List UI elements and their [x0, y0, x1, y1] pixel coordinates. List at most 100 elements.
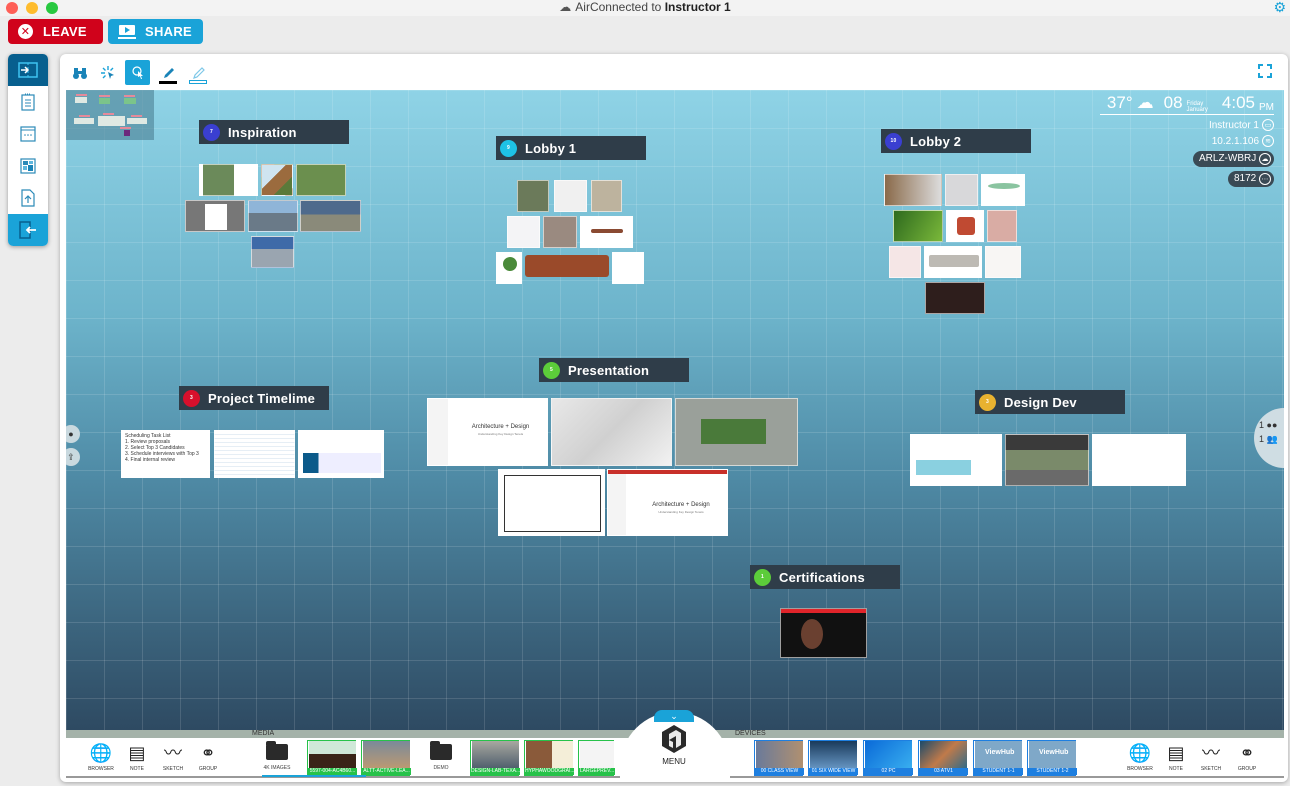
dock-group-button-right[interactable]: ⚭ GROUP: [1230, 740, 1264, 772]
content-thumbnail[interactable]: [507, 216, 540, 248]
media-folder[interactable]: 4K IMAGES: [252, 741, 302, 771]
content-thumbnail[interactable]: [946, 210, 984, 242]
sidebar-item-exit[interactable]: [8, 214, 48, 246]
group-label-certifications[interactable]: 1 Certifications: [750, 565, 900, 589]
device-tile[interactable]: 02 PC: [863, 740, 913, 776]
group-label-design-dev[interactable]: 3 Design Dev: [975, 390, 1125, 414]
content-thumbnail[interactable]: [675, 398, 798, 466]
collaboration-canvas[interactable]: 37° ☁ 08 Friday January 4:05 PM Instructor…: [66, 90, 1284, 730]
content-thumbnail[interactable]: [543, 216, 577, 248]
room-info-panel: 37° ☁ 08 Friday January 4:05 PM Instructor…: [1100, 93, 1274, 187]
content-thumbnail[interactable]: [985, 246, 1021, 278]
content-thumbnail[interactable]: [517, 180, 549, 212]
dock-browser-button[interactable]: 🌐 BROWSER: [84, 740, 118, 772]
content-thumbnail[interactable]: [1005, 434, 1089, 486]
group-label-lobby-1[interactable]: 9 Lobby 1: [496, 136, 646, 160]
cloud-icon: ☁: [559, 0, 572, 14]
sidebar-item-upload[interactable]: [8, 182, 48, 214]
dock-sketch-button-right[interactable]: 〰 SKETCH: [1194, 740, 1228, 772]
participants-panel[interactable]: 1 ●● 1 👥: [1254, 408, 1284, 468]
content-thumbnail[interactable]: [300, 200, 361, 232]
collapse-dock-button[interactable]: ⌄: [654, 710, 694, 722]
media-scroll-indicator[interactable]: [262, 775, 366, 777]
media-file[interactable]: ALTT-ACTIVE-LEA...: [361, 740, 411, 776]
bottom-dock: MEDIA DEVICES 🌐 BROWSER ▤ NOTE 〰 SKETCH ⚭ GR…: [60, 710, 1288, 782]
dock-note-button-right[interactable]: ▤ NOTE: [1159, 740, 1193, 772]
content-thumbnail[interactable]: [525, 252, 609, 284]
content-thumbnail[interactable]: [924, 246, 982, 278]
dock-sketch-button[interactable]: 〰 SKETCH: [156, 740, 190, 772]
laser-pointer-tool[interactable]: [95, 60, 120, 85]
content-thumbnail[interactable]: [925, 282, 985, 314]
content-thumbnail[interactable]: [889, 246, 921, 278]
media-file[interactable]: HYPHAWOODGRAI...: [524, 740, 574, 776]
group-label-presentation[interactable]: 5 Presentation: [539, 358, 689, 382]
dock-note-button[interactable]: ▤ NOTE: [120, 740, 154, 772]
connected-target: Instructor 1: [664, 0, 731, 14]
binoculars-icon: [72, 67, 87, 79]
content-thumbnail[interactable]: [214, 430, 295, 478]
content-thumbnail[interactable]: [496, 252, 522, 284]
device-tile[interactable]: ViewHub STUDENT 1-1: [973, 740, 1023, 776]
device-tile[interactable]: ViewHub STUDENT 1-2: [1027, 740, 1077, 776]
upload-file-icon: [21, 189, 35, 207]
share-button[interactable]: SHARE: [108, 19, 203, 44]
pen-tool[interactable]: [156, 60, 181, 85]
content-thumbnail[interactable]: [893, 210, 943, 242]
binoculars-tool[interactable]: [67, 60, 92, 85]
content-thumbnail[interactable]: [612, 252, 644, 284]
devices-section-label: DEVICES: [735, 730, 766, 737]
content-thumbnail[interactable]: [945, 174, 978, 206]
content-thumbnail[interactable]: [884, 174, 942, 206]
content-thumbnail[interactable]: [251, 236, 294, 268]
content-thumbnail[interactable]: [248, 200, 298, 232]
sidebar-item-notes[interactable]: [8, 86, 48, 118]
content-thumbnail[interactable]: [185, 200, 245, 232]
media-file[interactable]: 5597-004-AC4B60...: [307, 740, 357, 776]
content-thumbnail[interactable]: [199, 164, 258, 196]
content-thumbnail[interactable]: [580, 216, 633, 248]
device-tile[interactable]: 01 SIX WIDE VIEW: [808, 740, 858, 776]
content-thumbnail[interactable]: [1092, 434, 1186, 486]
video-thumbnail[interactable]: [780, 608, 867, 658]
content-thumbnail[interactable]: [296, 164, 346, 196]
canvas-left-tool-2[interactable]: ⇪: [66, 448, 80, 466]
content-thumbnail[interactable]: [910, 434, 1002, 486]
group-label-lobby-2[interactable]: 10 Lobby 2: [881, 129, 1031, 153]
task-list-note[interactable]: Scheduling Task List 1. Review proposals…: [121, 430, 210, 478]
content-thumbnail[interactable]: [591, 180, 622, 212]
content-thumbnail[interactable]: [298, 430, 384, 478]
sidebar-item-tiles[interactable]: [8, 150, 48, 182]
exit-icon: [19, 221, 36, 239]
fullscreen-button[interactable]: [1258, 64, 1272, 78]
content-thumbnail[interactable]: [498, 469, 605, 536]
media-file[interactable]: LARGEPREV...: [578, 740, 615, 776]
dock-group-button[interactable]: ⚭ GROUP: [191, 740, 225, 772]
canvas-left-tool-1[interactable]: ●: [66, 425, 80, 443]
sidebar-item-split-screen[interactable]: [8, 54, 48, 86]
menu-logo-icon[interactable]: [660, 724, 688, 754]
menu-button[interactable]: MENU: [654, 757, 694, 766]
slide-thumbnail[interactable]: Architecture + Design Understanding Key …: [427, 398, 548, 466]
group-label-inspiration[interactable]: 7 Inspiration: [199, 120, 349, 144]
device-tile[interactable]: 00 CLASS VIEW: [754, 740, 804, 776]
device-tile[interactable]: 03 ATV1: [918, 740, 968, 776]
media-file[interactable]: DESIGN-LAB-TEXA...: [470, 740, 520, 776]
content-thumbnail[interactable]: [551, 398, 672, 466]
media-folder[interactable]: DEMO: [416, 741, 466, 771]
dock-browser-button-right[interactable]: 🌐 BROWSER: [1123, 740, 1157, 772]
content-thumbnail[interactable]: [987, 210, 1017, 242]
content-thumbnail[interactable]: [261, 164, 293, 196]
sidebar-item-window[interactable]: [8, 118, 48, 150]
content-thumbnail[interactable]: [981, 174, 1025, 206]
select-tool[interactable]: [125, 60, 150, 85]
globe-icon: 🌐: [1128, 743, 1152, 763]
leave-button[interactable]: ✕ LEAVE: [8, 19, 103, 44]
slide-thumbnail[interactable]: Architecture + Design Understanding Key …: [607, 469, 728, 536]
gear-icon[interactable]: ⚙: [1273, 0, 1286, 14]
group-count-badge: 3: [979, 393, 996, 411]
content-thumbnail[interactable]: [554, 180, 587, 212]
group-label-project-timeline[interactable]: 3 Project Timelime: [179, 386, 329, 410]
minimap[interactable]: [66, 90, 154, 140]
highlighter-tool[interactable]: [186, 60, 211, 85]
